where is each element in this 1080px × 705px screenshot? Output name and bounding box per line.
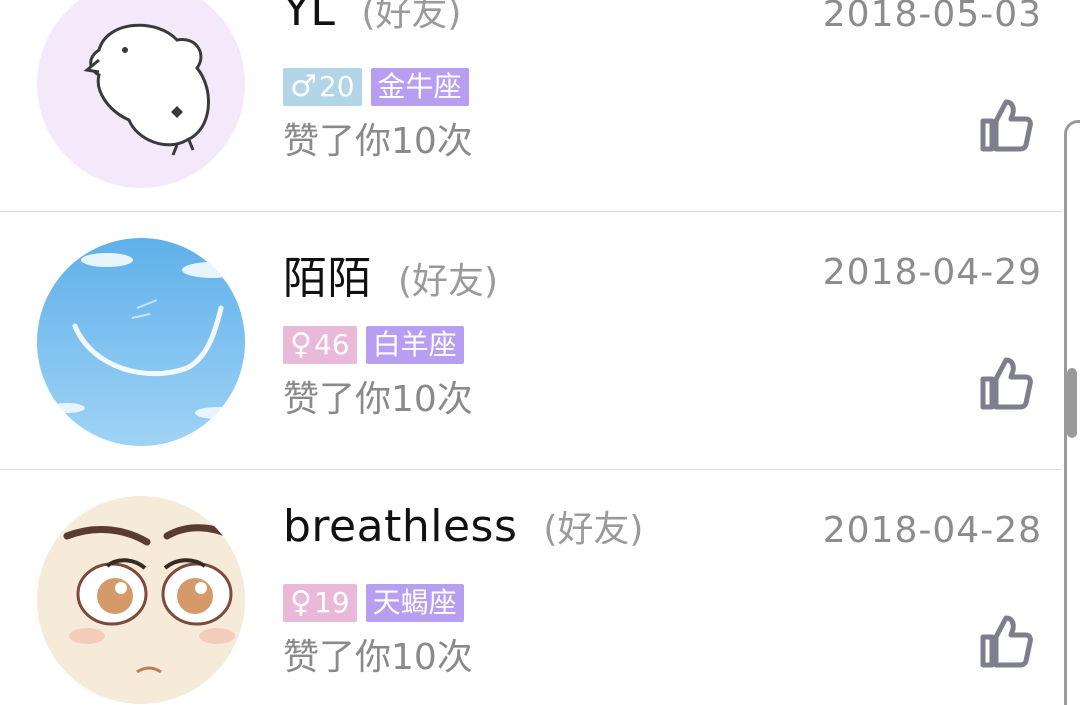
- avatar[interactable]: [37, 0, 245, 188]
- profile-tags: ♀ 46 白羊座: [283, 326, 464, 364]
- contact-name[interactable]: YL: [283, 0, 335, 36]
- relation-label: (好友): [543, 509, 644, 550]
- name-line: breathless (好友): [283, 500, 643, 560]
- like-date: 2018-04-29: [822, 252, 1042, 293]
- male-icon: ♂: [290, 69, 317, 104]
- zodiac-badge: 白羊座: [365, 326, 464, 364]
- thumbs-up-icon: [980, 357, 1033, 410]
- profile-tags: ♀ 19 天蝎座: [283, 584, 464, 622]
- female-icon: ♀: [290, 327, 312, 362]
- profile-tags: ♂ 20 金牛座: [283, 68, 469, 106]
- likes-count-text: 赞了你10次: [283, 121, 473, 162]
- gender-age-badge: ♀ 19: [283, 584, 357, 622]
- name-line: 陌陌 (好友): [283, 242, 499, 304]
- like-button[interactable]: [978, 613, 1034, 669]
- scrollbar-thumb[interactable]: [1067, 368, 1077, 438]
- avatar[interactable]: [37, 496, 245, 704]
- thumbs-up-icon: [980, 99, 1033, 152]
- likes-list[interactable]: YL (好友) 2018-05-03 ♂ 20 金牛座 赞了你10次 陌陌 (好…: [0, 0, 1080, 705]
- list-item[interactable]: YL (好友) 2018-05-03 ♂ 20 金牛座 赞了你10次: [0, 0, 1062, 212]
- like-button[interactable]: [978, 355, 1034, 411]
- contact-name[interactable]: breathless: [283, 501, 517, 552]
- like-button[interactable]: [978, 97, 1034, 153]
- female-icon: ♀: [290, 585, 312, 620]
- like-date: 2018-05-03: [822, 0, 1042, 35]
- avatar[interactable]: [37, 238, 245, 446]
- age-value: 20: [318, 70, 355, 103]
- relation-label: (好友): [361, 0, 462, 34]
- name-line: YL (好友): [283, 0, 461, 44]
- gender-age-badge: ♀ 46: [283, 326, 357, 364]
- age-value: 46: [313, 328, 350, 361]
- thumbs-up-icon: [980, 615, 1033, 668]
- list-item[interactable]: 陌陌 (好友) 2018-04-29 ♀ 46 白羊座 赞了你10次: [0, 212, 1062, 470]
- zodiac-badge: 天蝎座: [365, 584, 464, 622]
- relation-label: (好友): [398, 261, 499, 302]
- like-date: 2018-04-28: [822, 510, 1042, 551]
- gender-age-badge: ♂ 20: [283, 68, 362, 106]
- age-value: 19: [313, 586, 350, 619]
- list-item[interactable]: breathless (好友) 2018-04-28 ♀ 19 天蝎座 赞了你1…: [0, 470, 1062, 705]
- contact-name[interactable]: 陌陌: [283, 242, 372, 306]
- zodiac-badge: 金牛座: [370, 68, 469, 106]
- likes-count-text: 赞了你10次: [283, 637, 473, 678]
- likes-count-text: 赞了你10次: [283, 379, 473, 420]
